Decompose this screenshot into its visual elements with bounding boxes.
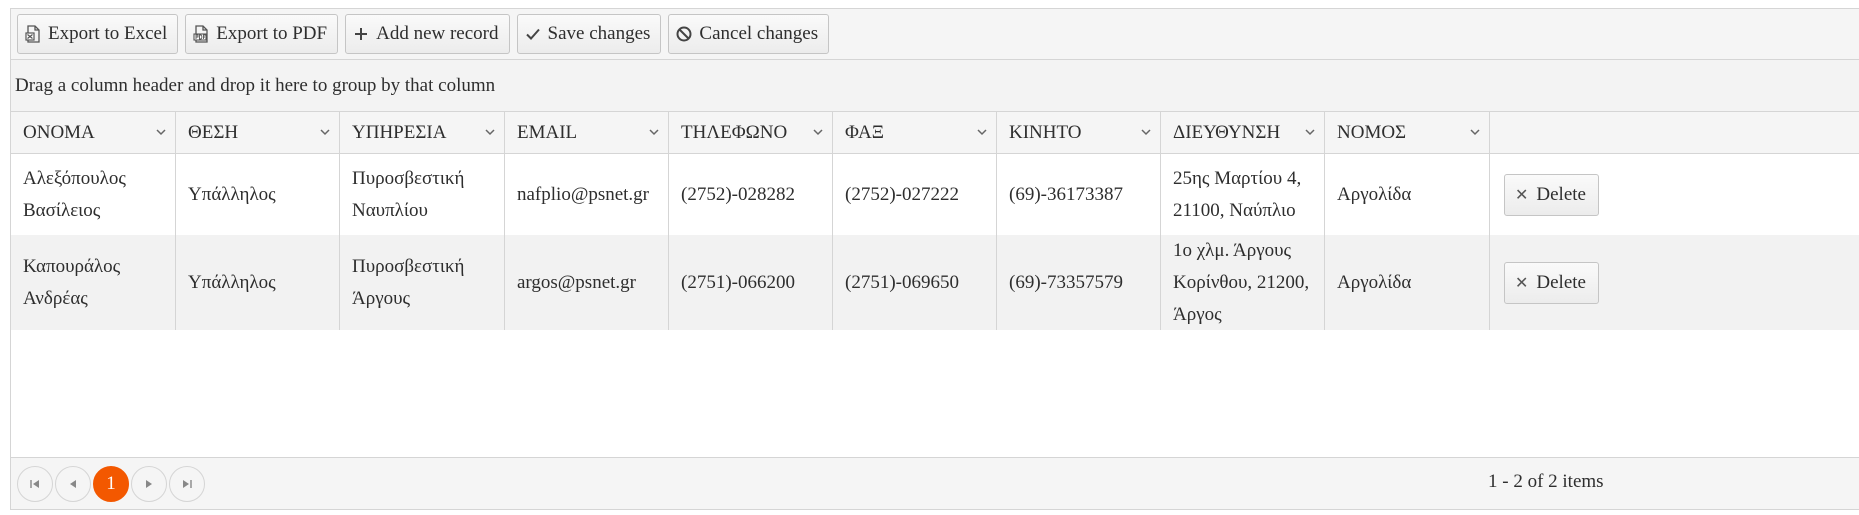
column-title: ΘΕΣΗ [188,121,239,143]
excel-file-icon [24,25,42,43]
cancel-changes-button[interactable]: Cancel changes [668,14,830,54]
column-header-fax[interactable]: ΦΑΞ [833,112,997,153]
chevron-down-icon[interactable] [484,126,496,138]
column-header-commands [1490,112,1859,153]
last-page-button[interactable] [169,465,205,502]
grid-empty-area [11,330,1859,434]
cell-phone[interactable]: (2751)-066200 [669,235,833,330]
chevron-down-icon[interactable] [1469,126,1481,138]
chevron-down-icon[interactable] [155,126,167,138]
add-record-label: Add new record [376,23,499,44]
column-header-mobile[interactable]: ΚΙΝΗΤΟ [997,112,1161,153]
column-title: EMAIL [517,121,578,143]
export-excel-button[interactable]: Export to Excel [17,14,179,54]
column-title: ΤΗΛΕΦΩΝΟ [681,121,788,143]
previous-page-button[interactable] [55,465,91,502]
cell-position[interactable]: Υπάλληλος [176,154,340,235]
close-icon: ✕ [1515,184,1529,204]
cell-position[interactable]: Υπάλληλος [176,235,340,330]
chevron-down-icon[interactable] [1140,126,1152,138]
cell-mobile[interactable]: (69)-73357579 [997,235,1161,330]
cell-commands: ✕ Delete [1490,235,1859,330]
delete-label: Delete [1536,271,1586,293]
first-page-button[interactable] [17,465,53,502]
export-pdf-label: Export to PDF [216,23,328,44]
cell-prefecture[interactable]: Αργολίδα [1325,154,1490,235]
last-page-icon [183,479,192,488]
cell-fax[interactable]: (2751)-069650 [833,235,997,330]
cell-phone[interactable]: (2752)-028282 [669,154,833,235]
table-row[interactable]: Καπουράλος Ανδρέας Υπάλληλος Πυροσβεστικ… [11,235,1859,330]
column-title: ΚΙΝΗΤΟ [1009,121,1082,143]
chevron-down-icon[interactable] [319,126,331,138]
delete-button[interactable]: ✕ Delete [1504,261,1599,304]
chevron-down-icon[interactable] [976,126,988,138]
cell-name[interactable]: Καπουράλος Ανδρέας [11,235,176,330]
column-header-address[interactable]: ΔΙΕΥΘΥΝΣΗ [1161,112,1325,153]
cell-commands: ✕ Delete [1490,154,1859,235]
save-changes-button[interactable]: Save changes [516,14,662,54]
triangle-right-icon [146,479,152,488]
column-header-name[interactable]: ΟΝΟΜΑ [11,112,176,153]
chevron-down-icon[interactable] [648,126,660,138]
chevron-down-icon[interactable] [1304,126,1316,138]
export-pdf-button[interactable]: Export to PDF [185,14,339,54]
grouping-drop-area[interactable]: Drag a column header and drop it here to… [11,60,1859,112]
pager-info: 1 - 2 of 2 items [1488,471,1604,492]
check-icon [524,25,542,43]
column-title: ΦΑΞ [845,121,884,143]
add-record-button[interactable]: Add new record [345,14,510,54]
delete-button[interactable]: ✕ Delete [1504,173,1599,216]
cell-fax[interactable]: (2752)-027222 [833,154,997,235]
cell-prefecture[interactable]: Αργολίδα [1325,235,1490,330]
export-excel-label: Export to Excel [48,23,168,44]
chevron-down-icon[interactable] [812,126,824,138]
table-row[interactable]: Αλεξόπουλος Βασίλειος Υπάλληλος Πυροσβεσ… [11,154,1859,235]
grid-toolbar: Export to Excel Export to PDF Add new re… [11,9,1859,60]
grid-header: ΟΝΟΜΑ ΘΕΣΗ ΥΠΗΡΕΣΙΑ EMAIL ΤΗΛΕΦΩΝΟ ΦΑΞ Κ… [11,112,1859,154]
column-header-service[interactable]: ΥΠΗΡΕΣΙΑ [340,112,505,153]
cell-address[interactable]: 1ο χλμ. Άργους Κορίνθου, 21200, Άργος [1161,235,1325,330]
delete-label: Delete [1536,183,1586,205]
cell-service[interactable]: Πυροσβεστική Ναυπλίου [340,154,505,235]
column-header-prefecture[interactable]: ΝΟΜΟΣ [1325,112,1490,153]
cell-name[interactable]: Αλεξόπουλος Βασίλειος [11,154,176,235]
column-header-phone[interactable]: ΤΗΛΕΦΩΝΟ [669,112,833,153]
grid-pager: 1 1 - 2 of 2 items [11,457,1859,509]
column-title: ΝΟΜΟΣ [1337,121,1407,143]
first-page-icon [30,479,39,488]
data-grid: Export to Excel Export to PDF Add new re… [10,8,1859,510]
cell-address[interactable]: 25ης Μαρτίου 4, 21100, Ναύπλιο [1161,154,1325,235]
cell-email[interactable]: argos@psnet.gr [505,235,669,330]
triangle-left-icon [70,479,76,488]
cancel-icon [675,25,693,43]
column-header-position[interactable]: ΘΕΣΗ [176,112,340,153]
column-title: ΥΠΗΡΕΣΙΑ [352,121,447,143]
close-icon: ✕ [1515,272,1529,292]
cancel-changes-label: Cancel changes [699,23,819,44]
cell-mobile[interactable]: (69)-36173387 [997,154,1161,235]
column-header-email[interactable]: EMAIL [505,112,669,153]
grouping-hint: Drag a column header and drop it here to… [15,74,496,96]
column-title: ΟΝΟΜΑ [23,121,95,143]
cell-service[interactable]: Πυροσβεστική Άργους [340,235,505,330]
save-changes-label: Save changes [547,23,651,44]
page-button-current[interactable]: 1 [93,465,129,502]
plus-icon [352,25,370,43]
pdf-file-icon [192,25,210,43]
next-page-button[interactable] [131,465,167,502]
column-title: ΔΙΕΥΘΥΝΣΗ [1173,121,1281,143]
cell-email[interactable]: nafplio@psnet.gr [505,154,669,235]
